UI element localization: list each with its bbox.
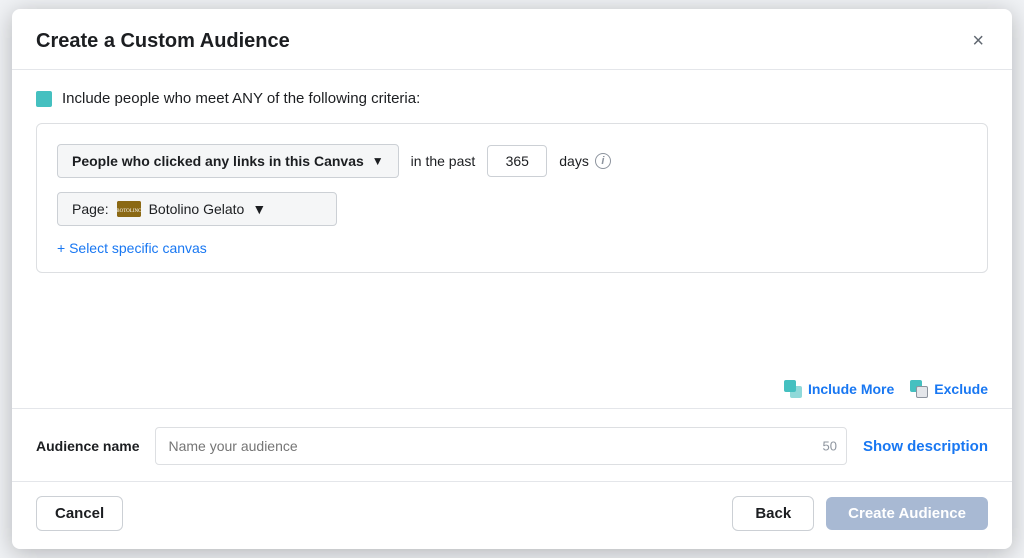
include-more-label: Include More: [808, 381, 894, 397]
page-logo-icon: BOTOLINO: [117, 201, 141, 217]
modal-header: Create a Custom Audience ×: [12, 9, 1012, 70]
back-button[interactable]: Back: [732, 496, 814, 531]
svg-text:BOTOLINO: BOTOLINO: [117, 209, 141, 214]
modal-body: Include people who meet ANY of the follo…: [12, 70, 1012, 370]
cancel-button[interactable]: Cancel: [36, 496, 123, 531]
page-dropdown[interactable]: Page: BOTOLINO Botolino Gelato ▼: [57, 192, 337, 226]
exclude-icon: [910, 380, 928, 398]
page-row: Page: BOTOLINO Botolino Gelato ▼: [57, 192, 967, 226]
audience-name-row: Audience name 50 Show description: [12, 409, 1012, 481]
page-dropdown-arrow: ▼: [252, 201, 266, 217]
days-label: days i: [559, 153, 611, 169]
audience-name-label: Audience name: [36, 438, 139, 454]
include-more-icon: [784, 380, 802, 398]
char-count: 50: [823, 439, 837, 454]
rule-dropdown[interactable]: People who clicked any links in this Can…: [57, 144, 399, 178]
exclude-label: Exclude: [934, 381, 988, 397]
select-canvas-link[interactable]: + Select specific canvas: [57, 240, 207, 256]
rule-row: People who clicked any links in this Can…: [57, 144, 967, 178]
audience-name-input[interactable]: [155, 427, 847, 465]
rule-dropdown-label: People who clicked any links in this Can…: [72, 153, 364, 169]
close-button[interactable]: ×: [968, 27, 988, 55]
select-canvas-row: + Select specific canvas: [57, 240, 967, 256]
include-more-button[interactable]: Include More: [784, 380, 894, 398]
modal-footer: Cancel Back Create Audience: [12, 481, 1012, 549]
exclude-button[interactable]: Exclude: [910, 380, 988, 398]
show-description-button[interactable]: Show description: [863, 438, 988, 455]
create-audience-button[interactable]: Create Audience: [826, 497, 988, 530]
create-custom-audience-modal: Create a Custom Audience × Include peopl…: [12, 9, 1012, 549]
actions-row: Include More Exclude: [12, 370, 1012, 408]
criteria-label-row: Include people who meet ANY of the follo…: [36, 90, 988, 107]
criteria-box: People who clicked any links in this Can…: [36, 123, 988, 273]
page-prefix: Page:: [72, 201, 109, 217]
criteria-label-text: Include people who meet ANY of the follo…: [62, 90, 420, 107]
modal-title: Create a Custom Audience: [36, 30, 290, 53]
rule-dropdown-arrow: ▼: [372, 154, 384, 168]
audience-name-input-wrapper: 50: [155, 427, 847, 465]
info-icon: i: [595, 153, 611, 169]
page-name: Botolino Gelato: [149, 201, 245, 217]
footer-right: Back Create Audience: [732, 496, 988, 531]
in-past-label: in the past: [411, 153, 476, 169]
teal-square-icon: [36, 91, 52, 107]
days-input[interactable]: [487, 145, 547, 177]
